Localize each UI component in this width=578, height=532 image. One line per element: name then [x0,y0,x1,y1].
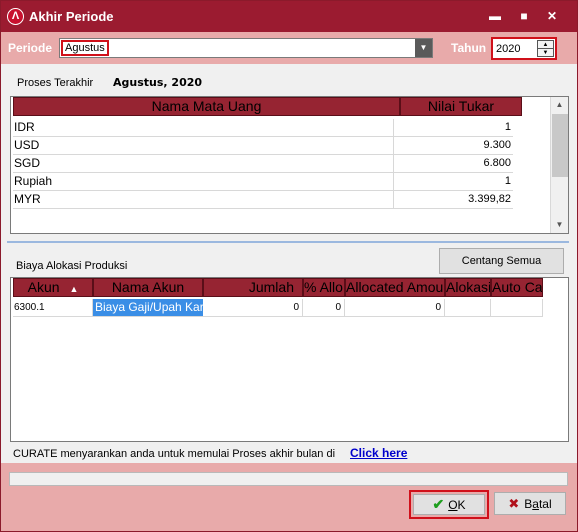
currency-name-cell: Rupiah [13,173,393,191]
allo-cell: 0 [303,299,345,317]
scroll-up-icon[interactable]: ▲ [551,97,568,113]
akhir-periode-window: Λ Akhir Periode ▬ ■ ✕ Periode Agustus ▼ … [0,0,578,532]
tahun-value[interactable]: 2020 [496,43,520,55]
column-header-allo[interactable]: % Allo [303,278,345,297]
batal-button-mnemonic: a [532,497,539,511]
ok-button-label: K [457,498,466,512]
biaya-alokasi-label: Biaya Alokasi Produksi [16,260,128,272]
currency-rate-cell: 1 [393,119,513,137]
scrollbar-thumb[interactable] [552,114,568,177]
currency-name-cell: IDR [13,119,393,137]
progress-bar [9,472,568,486]
currency-name-cell: SGD [13,155,393,173]
currency-name-cell: USD [13,137,393,155]
sort-ascending-icon: ▲ [69,284,79,294]
title-bar[interactable]: Λ Akhir Periode ▬ ■ ✕ [1,1,577,32]
batal-label-end: tal [538,497,552,511]
auto-cal-cell [491,299,543,317]
currency-name-cell: MYR [13,191,393,209]
periode-value: Agustus [61,40,109,56]
app-logo-icon: Λ [7,8,24,25]
currency-grid-scrollbar[interactable]: ▲ ▼ [550,97,568,233]
periode-label: Periode [8,41,53,55]
currency-grid: Nama Mata Uang Nilai Tukar IDR 1 USD 9.3… [10,96,569,234]
period-selector-band: Periode Agustus ▼ Tahun 2020 ▲ ▼ [1,32,577,64]
info-message: CURATE menyarankan anda untuk memulai Pr… [13,448,336,460]
biaya-alokasi-grid: Akun ▲ Nama Akun Jumlah % Allo Allocated… [10,277,569,442]
proses-terakhir-label: Proses Terakhir [17,77,94,89]
spin-up-icon[interactable]: ▲ [538,41,553,49]
minimize-icon[interactable]: ▬ [485,7,505,25]
nama-akun-cell: Biaya Gaji/Upah Kary [93,299,203,317]
column-header-nilai-tukar[interactable]: Nilai Tukar [400,97,522,116]
currency-rate-cell: 9.300 [393,137,513,155]
ok-button-mnemonic: O [448,498,458,512]
tahun-spinner[interactable]: 2020 ▲ ▼ [491,37,557,60]
window-title: Akhir Periode [29,9,114,24]
column-header-akun[interactable]: Akun ▲ [13,278,93,297]
cancel-x-icon: ✖ [508,496,520,511]
currency-rate-cell: 3.399,82 [393,191,513,209]
checkmark-icon: ✔ [432,496,445,512]
maximize-icon[interactable]: ■ [514,7,534,25]
currency-rate-cell: 6.800 [393,155,513,173]
close-icon[interactable]: ✕ [542,7,562,25]
ok-button-highlight: ✔ OK [409,490,489,519]
column-header-alokasi[interactable]: Alokasi [445,278,491,297]
spin-down-icon[interactable]: ▼ [538,49,553,57]
currency-rate-cell: 1 [393,173,513,191]
column-header-allocated-amount[interactable]: Allocated Amount [345,278,445,297]
section-divider [7,241,569,243]
allocated-amount-cell: 0 [345,299,445,317]
jumlah-cell: 0 [203,299,303,317]
click-here-link[interactable]: Click here [350,446,407,460]
column-header-nama-mata-uang[interactable]: Nama Mata Uang [13,97,400,116]
centang-semua-button[interactable]: Centang Semua [439,248,564,274]
chevron-down-icon[interactable]: ▼ [415,39,432,57]
column-header-auto-cal[interactable]: Auto Cal [491,278,543,297]
tahun-spin-buttons: ▲ ▼ [537,40,554,57]
column-header-jumlah[interactable]: Jumlah [203,278,303,297]
alokasi-cell [445,299,491,317]
tahun-label: Tahun [451,41,487,55]
batal-button[interactable]: ✖ Batal [494,492,566,515]
akun-cell: 6300.1 [13,299,93,317]
column-header-akun-label: Akun [27,279,60,295]
ok-button[interactable]: ✔ OK [413,494,485,515]
footer-band: ✔ OK ✖ Batal [1,463,577,531]
proses-terakhir-value: Agustus, 2020 [113,76,203,89]
periode-dropdown[interactable]: Agustus ▼ [59,38,433,58]
column-header-nama-akun[interactable]: Nama Akun [93,278,203,297]
scroll-down-icon[interactable]: ▼ [551,217,568,233]
